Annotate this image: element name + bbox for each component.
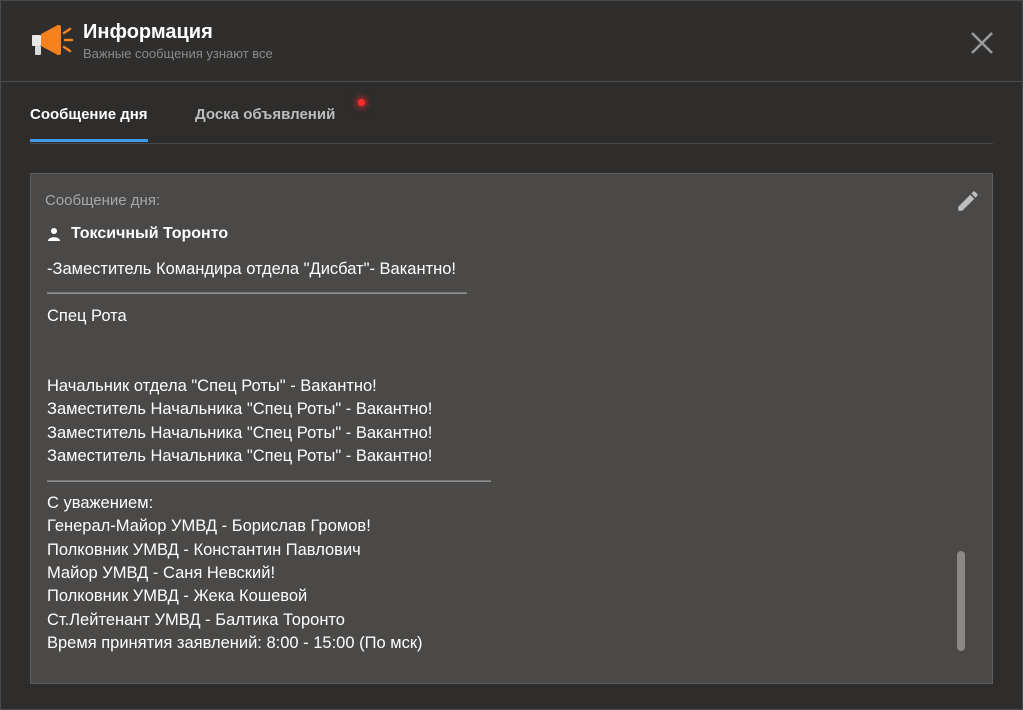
message-line: Заместитель Начальника "Спец Роты" - Вак… xyxy=(47,423,433,442)
divider-line: ————————————————————————————————————— xyxy=(47,472,491,487)
message-line: -Заместитель Командира отдела "Дисбат"- … xyxy=(47,260,457,278)
message-line: Спец Рота xyxy=(47,306,127,325)
message-line: Время принятия заявлений: 8:00 - 15:00 (… xyxy=(47,634,423,653)
message-panel: Сообщение дня: Токсичный Торонто -Замест… xyxy=(30,173,993,684)
message-line xyxy=(47,352,927,375)
message-line: Ст.Лейтенант УМВД - Балтика Торонто xyxy=(47,610,345,629)
notification-dot xyxy=(358,99,365,106)
window-subtitle: Важные сообщения узнают все xyxy=(83,46,273,61)
message-line: Заместитель Начальника "Спец Роты" - Вак… xyxy=(47,400,433,419)
panel-label: Сообщение дня: xyxy=(45,192,161,209)
user-icon xyxy=(48,228,60,241)
message-line: Генерал-Майор УМВД - Борислав Громов! xyxy=(47,517,371,536)
close-icon[interactable] xyxy=(967,28,997,58)
message-line: Заместитель Начальника "Спец Роты" - Вак… xyxy=(47,447,433,466)
window-header: Информация Важные сообщения узнают все xyxy=(1,1,1022,82)
divider-line: ——————————————————————————————————— xyxy=(47,285,467,300)
message-line: Полковник УМВД - Константин Павлович xyxy=(47,540,361,559)
tab-bar: Сообщение дня Доска объявлений xyxy=(30,97,993,144)
message-line: С уважением: xyxy=(47,493,154,512)
window-title: Информация xyxy=(83,21,213,43)
author-name: Токсичный Торонто xyxy=(71,225,229,242)
message-line: Полковник УМВД - Жека Кошевой xyxy=(47,587,308,606)
scrollbar-thumb[interactable] xyxy=(957,551,965,651)
message-line: Майор УМВД - Саня Невский! xyxy=(47,564,276,583)
author-line: Токсичный Торонто xyxy=(47,225,228,243)
info-window: Информация Важные сообщения узнают все С… xyxy=(0,0,1023,710)
pencil-edit-icon[interactable] xyxy=(955,188,981,214)
message-line: Начальник отдела "Спец Роты" - Вакантно! xyxy=(47,376,377,395)
tab-announcement-board[interactable]: Доска объявлений xyxy=(195,106,335,137)
message-line xyxy=(47,328,927,351)
megaphone-icon xyxy=(32,25,74,55)
tab-message-of-day[interactable]: Сообщение дня xyxy=(30,106,148,142)
message-content: -Заместитель Командира отдела "Дисбат"- … xyxy=(47,258,927,656)
